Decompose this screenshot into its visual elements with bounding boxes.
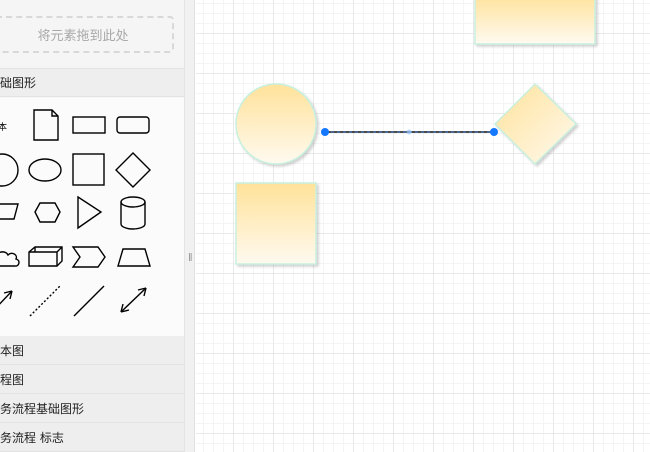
selected-connector[interactable]	[321, 128, 498, 136]
square-shape[interactable]	[72, 153, 105, 186]
circle-shape[interactable]	[0, 153, 19, 187]
canvas-shapes	[235, 0, 596, 265]
section-basic-shapes[interactable]: 础图形	[0, 68, 184, 97]
diamond-shape[interactable]	[115, 152, 151, 188]
triangle-shape[interactable]	[77, 195, 103, 230]
dotted-line-shape[interactable]	[29, 285, 61, 317]
section-label: 务流程基础图形	[0, 401, 85, 416]
canvas-circle[interactable]	[235, 83, 317, 165]
palette-shapes	[0, 109, 151, 317]
section-4[interactable]: 务流程基础图形	[0, 394, 184, 423]
canvas-rectangle-top[interactable]	[474, 0, 596, 45]
section-3[interactable]: 程图	[0, 365, 184, 394]
splitter-grip-icon: ||	[188, 252, 193, 261]
section-2[interactable]: 本图	[0, 336, 184, 365]
cube-shape[interactable]	[28, 246, 63, 267]
section-label: 础图形	[0, 76, 37, 90]
section-label: 务流程 标志	[0, 430, 64, 445]
section-label: 本图	[0, 343, 25, 358]
arrow-shape[interactable]	[0, 290, 13, 310]
diagram-canvas[interactable]	[196, 0, 650, 452]
line-shape[interactable]	[73, 285, 105, 317]
rectangle-shape[interactable]	[72, 116, 106, 134]
connector-start-handle[interactable]	[321, 128, 329, 136]
sidebar-splitter[interactable]: ||	[184, 0, 195, 452]
chevron-shape[interactable]	[71, 246, 106, 268]
parallelogram-shape[interactable]	[0, 203, 19, 220]
shape-library-sidebar: 将元素拖到此处 础图形 本 本图 程图 务流程基础图形 务流程 标志	[0, 0, 184, 452]
connector-end-handle[interactable]	[490, 128, 498, 136]
section-5[interactable]: 务流程 标志	[0, 423, 184, 452]
hexagon-shape[interactable]	[34, 202, 61, 223]
canvas-diamond[interactable]	[493, 82, 578, 166]
ellipse-shape[interactable]	[28, 158, 62, 182]
trapezoid-shape[interactable]	[117, 248, 151, 267]
basic-shapes-palette: 本	[0, 98, 184, 336]
favorites-dropzone[interactable]: 将元素拖到此处	[0, 16, 174, 53]
cylinder-shape[interactable]	[120, 196, 146, 230]
section-label: 程图	[0, 372, 25, 387]
cloud-shape[interactable]	[0, 251, 20, 267]
canvas-square[interactable]	[235, 182, 317, 265]
rounded-rectangle-shape[interactable]	[116, 116, 150, 134]
text-shape-label: 本	[0, 123, 8, 133]
connector-mid-handle[interactable]	[406, 129, 412, 135]
document-shape[interactable]	[33, 109, 59, 141]
double-arrow-shape[interactable]	[120, 287, 147, 313]
